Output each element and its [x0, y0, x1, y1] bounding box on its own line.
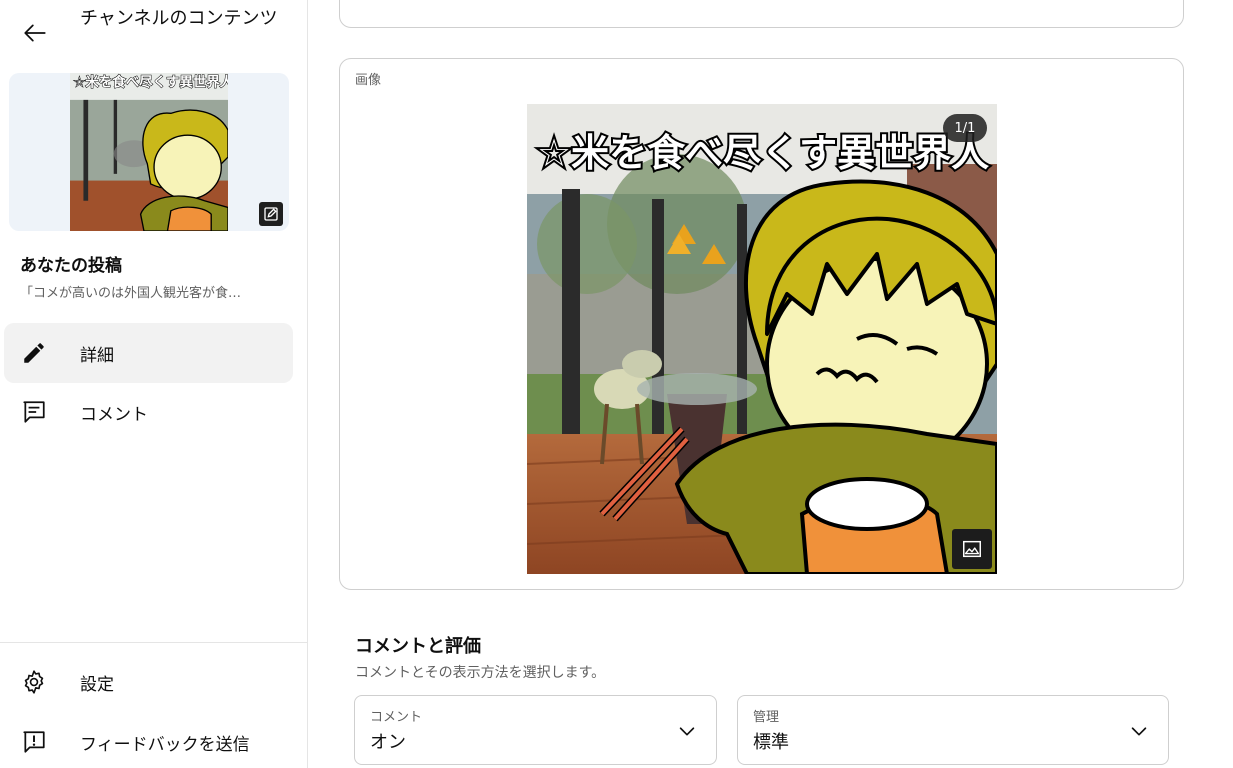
sidebar-title: チャンネルのコンテンツ: [80, 8, 278, 29]
post-excerpt: 「コメが高いのは外国人観光客が食…: [20, 286, 242, 301]
image-section-label: 画像: [355, 73, 382, 88]
select-label: コメント: [370, 710, 423, 725]
edit-icon: [264, 207, 278, 221]
post-image-illustration: ☆米を食べ尽くす異世界人: [527, 104, 997, 574]
comments-section-title: コメントと評価: [355, 636, 481, 657]
comments-section-description: コメントとその表示方法を選択します。: [355, 665, 606, 681]
image-caption: ☆米を食べ尽くす異世界人: [537, 131, 989, 175]
thumbnail-caption: ☆米を食べ尽くす異世界人: [73, 73, 228, 90]
your-post-heading: あなたの投稿: [20, 256, 122, 276]
feedback-icon: [20, 728, 48, 756]
post-thumbnail-card: ☆米を食べ尽くす異世界人: [9, 73, 289, 231]
comment-visibility-select[interactable]: コメント オン: [354, 695, 717, 765]
sidebar-item-label: コメント: [80, 404, 148, 425]
sidebar-item-comments[interactable]: コメント: [4, 382, 293, 442]
gear-icon: [20, 668, 48, 696]
sidebar-item-feedback[interactable]: フィードバックを送信: [4, 712, 293, 768]
image-icon: [963, 540, 981, 558]
sidebar-item-label: フィードバックを送信: [80, 734, 250, 755]
post-image[interactable]: ☆米を食べ尽くす異世界人 1/1: [527, 104, 997, 574]
chevron-down-icon: [679, 727, 695, 736]
image-options-button[interactable]: [952, 529, 992, 569]
pencil-icon: [20, 339, 48, 367]
sidebar-item-details[interactable]: 詳細: [4, 323, 293, 383]
back-button[interactable]: [18, 16, 52, 50]
post-thumbnail[interactable]: ☆米を食べ尽くす異世界人: [70, 73, 228, 231]
edit-thumbnail-button[interactable]: [259, 202, 283, 226]
sidebar-divider: [0, 642, 308, 643]
moderation-select[interactable]: 管理 標準: [737, 695, 1169, 765]
select-value: オン: [370, 732, 406, 753]
select-value: 標準: [753, 732, 789, 753]
chevron-down-icon: [1131, 727, 1147, 736]
comment-icon: [20, 398, 48, 426]
select-label: 管理: [753, 710, 780, 725]
sidebar-item-label: 設定: [80, 674, 114, 695]
page-indicator: 1/1: [943, 114, 987, 142]
sidebar-item-settings[interactable]: 設定: [4, 652, 293, 712]
sidebar: チャンネルのコンテンツ ☆米を食べ尽くす異世界人 あなたの投稿 「コメが高いのは…: [0, 0, 308, 768]
sidebar-item-label: 詳細: [80, 345, 114, 366]
previous-field-box: [339, 0, 1184, 28]
post-thumbnail-image: ☆米を食べ尽くす異世界人: [70, 73, 228, 231]
image-section: 画像 ☆米を食べ尽くす異世界人 1/1: [339, 58, 1184, 590]
arrow-left-icon: [24, 24, 46, 42]
